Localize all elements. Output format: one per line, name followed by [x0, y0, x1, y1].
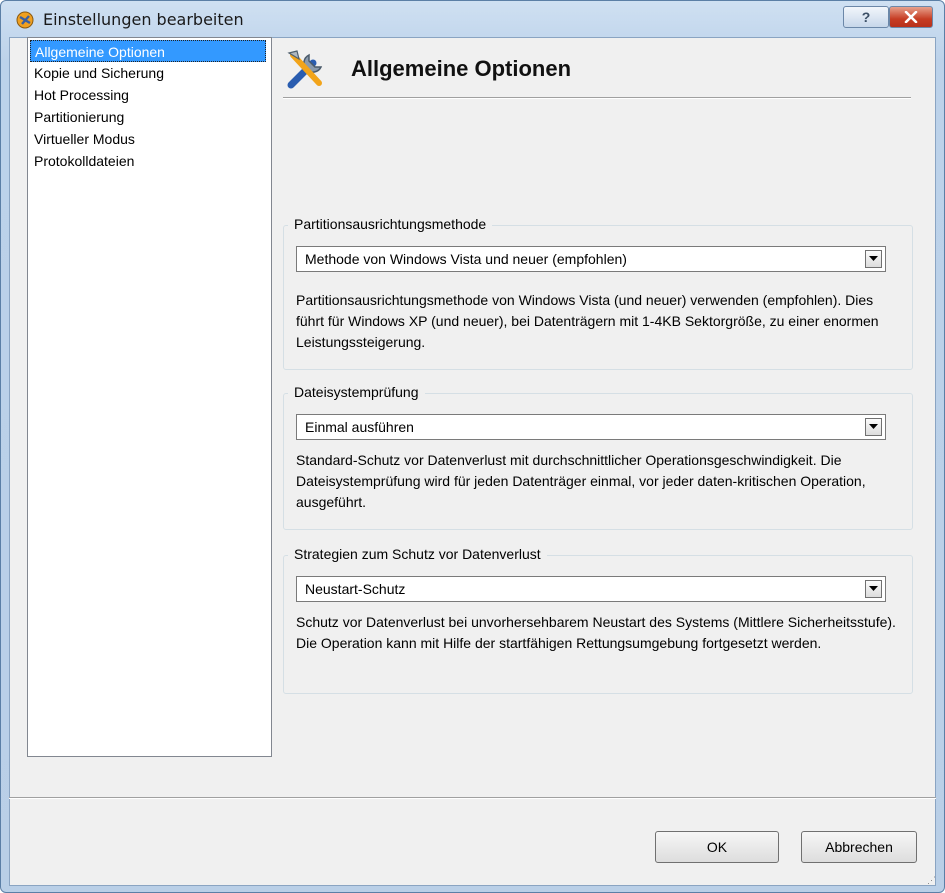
group-title: Strategien zum Schutz vor Datenverlust [288, 546, 547, 562]
close-icon [904, 11, 918, 23]
partition-alignment-select[interactable]: Methode von Windows Vista und neuer (emp… [296, 246, 886, 272]
help-icon: ? [861, 9, 871, 25]
help-button[interactable]: ? [843, 6, 889, 28]
select-value: Methode von Windows Vista und neuer (emp… [305, 251, 627, 267]
tools-icon [287, 50, 323, 89]
nav-item-kopie-und-sicherung[interactable]: Kopie und Sicherung [30, 62, 266, 84]
footer-divider [9, 797, 936, 799]
dropdown-button[interactable] [865, 250, 882, 268]
nav-item-hot-processing[interactable]: Hot Processing [30, 84, 266, 106]
nav-item-protokolldateien[interactable]: Protokolldateien [30, 150, 266, 172]
nav-item-virtueller-modus[interactable]: Virtueller Modus [30, 128, 266, 150]
settings-dialog: Einstellungen bearbeiten ? Allgemeine Op… [0, 0, 945, 893]
nav-item-allgemeine-optionen[interactable]: Allgemeine Optionen [30, 40, 266, 62]
group-filesystem-check: Dateisystemprüfung Einmal ausführen Stan… [283, 384, 913, 530]
app-icon [16, 11, 34, 29]
group-data-loss-protection: Strategien zum Schutz vor Datenverlust N… [283, 546, 913, 694]
group-description: Schutz vor Datenverlust bei unvorhersehb… [296, 614, 896, 651]
dropdown-button[interactable] [865, 580, 882, 598]
settings-category-list[interactable]: Allgemeine Optionen Kopie und Sicherung … [27, 37, 272, 757]
chevron-down-icon [869, 424, 878, 429]
group-title: Partitionsausrichtungsmethode [288, 216, 493, 232]
chevron-down-icon [869, 256, 878, 261]
title-bar[interactable]: Einstellungen bearbeiten ? [1, 1, 944, 37]
close-button[interactable] [889, 6, 933, 28]
data-loss-strategy-select[interactable]: Neustart-Schutz [296, 576, 886, 602]
filesystem-check-select[interactable]: Einmal ausführen [296, 414, 886, 440]
ok-button[interactable]: OK [655, 831, 779, 863]
resize-grip-icon[interactable]: ⋰ [927, 875, 936, 886]
select-value: Neustart-Schutz [305, 581, 406, 597]
header-divider [283, 97, 911, 99]
group-title: Dateisystemprüfung [288, 384, 425, 400]
group-description: Partitionsausrichtungsmethode von Window… [296, 292, 879, 350]
window-title: Einstellungen bearbeiten [43, 10, 244, 29]
nav-item-partitionierung[interactable]: Partitionierung [30, 106, 266, 128]
select-value: Einmal ausführen [305, 419, 414, 435]
chevron-down-icon [869, 586, 878, 591]
group-partition-alignment: Partitionsausrichtungsmethode Methode vo… [283, 216, 913, 370]
page-title: Allgemeine Optionen [351, 56, 572, 81]
cancel-button[interactable]: Abbrechen [801, 831, 917, 863]
group-description: Standard-Schutz vor Datenverlust mit dur… [296, 452, 866, 510]
dropdown-button[interactable] [865, 418, 882, 436]
